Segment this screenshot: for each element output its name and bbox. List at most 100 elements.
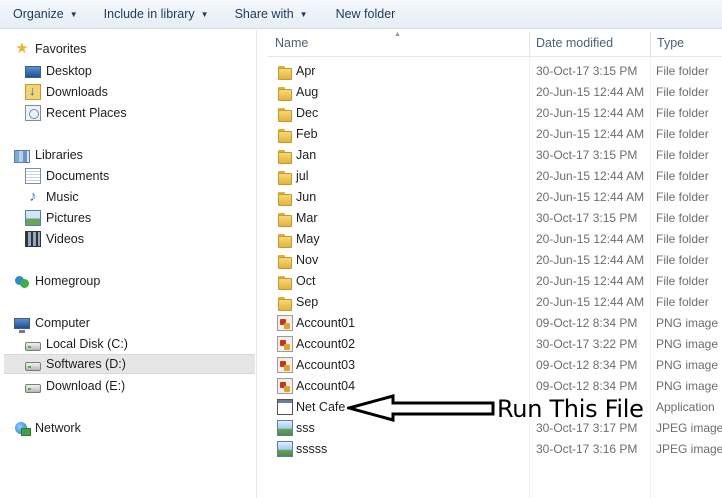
drive-icon xyxy=(25,362,41,371)
folder-icon xyxy=(277,252,293,269)
organize-label: Organize xyxy=(13,7,64,21)
file-date: 20-Jun-15 12:44 AM xyxy=(536,169,645,183)
navigation-pane: ★ Favorites Desktop Downloads Recent Pla… xyxy=(0,30,257,498)
file-row-account03[interactable]: Account03 09-Oct-12 8:34 PM PNG image xyxy=(268,355,722,376)
file-row-may[interactable]: May 20-Jun-15 12:44 AM File folder xyxy=(268,229,722,250)
homegroup-icon xyxy=(14,273,30,289)
file-date: 30-Oct-17 3:15 PM xyxy=(536,211,638,225)
folder-icon xyxy=(277,105,293,122)
nav-item-label: Desktop xyxy=(46,64,92,78)
file-name: Account01 xyxy=(296,316,356,330)
column-header-row: Name ▲ Date modified Type xyxy=(268,30,722,57)
share-with-button[interactable]: Share with ▼ xyxy=(225,2,318,26)
file-row-mar[interactable]: Mar 30-Oct-17 3:15 PM File folder xyxy=(268,208,722,229)
nav-item-pictures[interactable]: Pictures xyxy=(25,208,281,228)
file-date: 20-Jun-15 12:44 AM xyxy=(536,85,645,99)
png-image-icon xyxy=(277,336,293,352)
star-icon: ★ xyxy=(15,40,29,57)
file-date: 20-Jun-15 12:44 AM xyxy=(536,190,645,204)
column-header-type[interactable]: Type xyxy=(650,30,722,57)
nav-item-download-e[interactable]: Download (E:) xyxy=(25,376,281,396)
nav-libraries[interactable]: Libraries xyxy=(14,145,270,165)
file-date: 20-Jun-15 12:44 AM xyxy=(536,127,645,141)
nav-computer[interactable]: Computer xyxy=(14,313,270,333)
videos-icon xyxy=(25,231,41,247)
folder-icon xyxy=(277,231,293,248)
recent-places-icon xyxy=(25,105,41,121)
folder-icon xyxy=(277,126,293,143)
nav-item-documents[interactable]: Documents xyxy=(25,166,281,186)
nav-item-label: Videos xyxy=(46,232,84,246)
file-name: Net Cafe xyxy=(296,400,346,414)
column-header-date-modified[interactable]: Date modified xyxy=(529,30,650,57)
drive-icon xyxy=(25,384,41,393)
file-name: Feb xyxy=(296,127,318,141)
nav-item-recent-places[interactable]: Recent Places xyxy=(25,103,281,123)
organize-button[interactable]: Organize ▼ xyxy=(3,2,88,26)
file-row-jun[interactable]: Jun 20-Jun-15 12:44 AM File folder xyxy=(268,187,722,208)
file-row-oct[interactable]: Oct 20-Jun-15 12:44 AM File folder xyxy=(268,271,722,292)
nav-item-local-disk-c[interactable]: Local Disk (C:) xyxy=(25,334,281,354)
file-name: Jun xyxy=(296,190,317,204)
file-name: Dec xyxy=(296,106,319,120)
file-name: sss xyxy=(296,421,315,435)
file-date: 20-Jun-15 12:44 AM xyxy=(536,274,645,288)
file-row-jul[interactable]: jul 20-Jun-15 12:44 AM File folder xyxy=(268,166,722,187)
file-name: Aug xyxy=(296,85,319,99)
chevron-down-icon: ▼ xyxy=(200,9,209,19)
file-row-feb[interactable]: Feb 20-Jun-15 12:44 AM File folder xyxy=(268,124,722,145)
nav-favorites[interactable]: ★ Favorites xyxy=(14,39,270,59)
nav-item-softwares-d[interactable]: Softwares (D:) xyxy=(4,354,255,374)
nav-homegroup-label: Homegroup xyxy=(35,274,101,288)
nav-item-music[interactable]: ♪ Music xyxy=(25,187,281,207)
downloads-icon xyxy=(25,83,41,100)
folder-icon xyxy=(277,63,293,80)
new-folder-button[interactable]: New folder xyxy=(326,2,406,26)
file-row-account01[interactable]: Account01 09-Oct-12 8:34 PM PNG image xyxy=(268,313,722,334)
nav-item-videos[interactable]: Videos xyxy=(25,229,281,249)
file-name: Apr xyxy=(296,64,316,78)
file-row-aug[interactable]: Aug 20-Jun-15 12:44 AM File folder xyxy=(268,82,722,103)
include-in-library-label: Include in library xyxy=(103,7,195,21)
file-name: Mar xyxy=(296,211,318,225)
file-row-jan[interactable]: Jan 30-Oct-17 3:15 PM File folder xyxy=(268,145,722,166)
file-name: Account03 xyxy=(296,358,356,372)
nav-item-label: Downloads xyxy=(46,85,108,99)
file-date: 09-Oct-12 8:34 PM xyxy=(536,316,638,330)
file-row-sep[interactable]: Sep 20-Jun-15 12:44 AM File folder xyxy=(268,292,722,313)
file-row-dec[interactable]: Dec 20-Jun-15 12:44 AM File folder xyxy=(268,103,722,124)
nav-item-label: Recent Places xyxy=(46,106,127,120)
folder-icon xyxy=(277,210,293,227)
file-name: Sep xyxy=(296,295,319,309)
nav-item-label: Local Disk (C:) xyxy=(46,337,128,351)
nav-item-desktop[interactable]: Desktop xyxy=(25,61,281,81)
column-header-type-label: Type xyxy=(657,36,685,50)
nav-network[interactable]: Network xyxy=(14,418,270,438)
computer-icon xyxy=(14,318,30,333)
folder-icon xyxy=(277,84,293,101)
file-row-account02[interactable]: Account02 30-Oct-17 3:22 PM PNG image xyxy=(268,334,722,355)
nav-item-downloads[interactable]: Downloads xyxy=(25,82,281,102)
file-type: File folder xyxy=(656,232,709,246)
nav-libraries-label: Libraries xyxy=(35,148,83,162)
include-in-library-button[interactable]: Include in library ▼ xyxy=(94,2,219,26)
nav-homegroup[interactable]: Homegroup xyxy=(14,271,270,291)
file-type: PNG image xyxy=(656,358,719,372)
nav-item-label: Music xyxy=(46,190,79,204)
file-type: File folder xyxy=(656,106,709,120)
file-type: File folder xyxy=(656,127,709,141)
documents-icon xyxy=(25,168,41,184)
file-type: File folder xyxy=(656,148,709,162)
arrow-left-icon xyxy=(347,394,495,422)
file-name: Jan xyxy=(296,148,317,162)
jpeg-image-icon xyxy=(277,441,293,457)
folder-icon xyxy=(277,189,293,206)
folder-icon xyxy=(277,168,293,185)
file-date: 09-Oct-12 8:34 PM xyxy=(536,358,638,372)
chevron-down-icon: ▼ xyxy=(69,9,78,19)
file-row-sssss[interactable]: sssss 30-Oct-17 3:16 PM JPEG image xyxy=(268,439,722,460)
chevron-down-icon: ▼ xyxy=(299,9,308,19)
file-row-nov[interactable]: Nov 20-Jun-15 12:44 AM File folder xyxy=(268,250,722,271)
nav-computer-label: Computer xyxy=(35,316,90,330)
file-row-apr[interactable]: Apr 30-Oct-17 3:15 PM File folder xyxy=(268,61,722,82)
